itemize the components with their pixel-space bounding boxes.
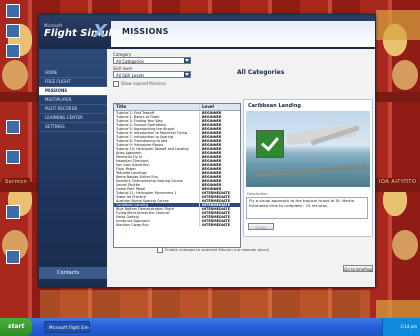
mission-image <box>246 111 370 187</box>
sidebar-item-pilot-records[interactable]: PILOT RECORDS <box>39 105 107 114</box>
sidebar-item-free-flight[interactable]: FREE FLIGHT <box>39 78 107 87</box>
wallpaper-figure <box>2 60 28 90</box>
fsx-logo: Microsoft Flight Simulator X <box>41 21 135 49</box>
table-row[interactable]: Aleutian Cargo Run INTERMEDIATE <box>114 223 240 227</box>
desktop-icon[interactable] <box>2 44 24 59</box>
fsx-window: Microsoft Flight Simulator X MISSIONS HO… <box>38 14 376 288</box>
completed-checkmark-icon <box>256 130 284 158</box>
category-select[interactable]: All Categories <box>113 57 191 64</box>
logo-x-text: X <box>93 21 107 42</box>
wallpaper-figure <box>392 60 418 90</box>
show-expired-label: Show expired Missions <box>121 81 167 86</box>
taskbar: start Microsoft Flight Simul... 3:14 pm <box>0 318 420 336</box>
chevron-down-icon[interactable] <box>184 58 190 63</box>
missions-content: Category All Categories All Categories S… <box>111 49 373 285</box>
system-tray: 3:14 pm <box>382 318 420 336</box>
desktop-shortcut-icon <box>6 205 20 219</box>
wallpaper-gold <box>376 10 420 40</box>
category-select-value: All Categories <box>116 59 144 64</box>
mission-preview: Caribbean Landing Description Fly a visu… <box>243 99 373 237</box>
table-body: Tutorial 1: First Takeoff BEGINNER Tutoria… <box>114 111 240 227</box>
column-header-level[interactable]: Level <box>200 104 240 110</box>
mission-level-cell: INTERMEDIATE <box>201 223 231 227</box>
wallpaper-gold <box>40 290 370 318</box>
desktop-shortcut-icon <box>6 4 20 18</box>
desktop-shortcut-icon <box>6 44 20 58</box>
sidebar-item-multiplayer[interactable]: MULTIPLAYER <box>39 96 107 105</box>
desktop-shortcut-icon <box>6 250 20 264</box>
sidebar-item-missions[interactable]: MISSIONS <box>39 87 107 96</box>
enable-changes-row[interactable]: Enable changes to selected Mission (no r… <box>157 247 270 253</box>
desktop-icon[interactable] <box>2 150 24 165</box>
skill-level-select-value: All Skill Levels <box>116 73 145 78</box>
desktop-icon[interactable] <box>2 4 24 19</box>
desktop-shortcut-icon <box>6 24 20 38</box>
desktop-icon[interactable] <box>2 24 24 39</box>
all-categories-heading: All Categories <box>237 69 285 76</box>
show-expired-checkbox[interactable] <box>113 81 119 87</box>
runway-shape <box>255 165 367 177</box>
wallpaper-banner-left: Sermon <box>2 178 31 186</box>
goals-button[interactable]: Goals <box>248 223 274 230</box>
desktop-icon[interactable] <box>2 120 24 135</box>
sidebar-item-learning-center[interactable]: LEARNING CENTER <box>39 114 107 123</box>
taskbar-item-fsx[interactable]: Microsoft Flight Simul... <box>44 321 90 333</box>
skill-level-select[interactable]: All Skill Levels <box>113 71 191 78</box>
mission-description: Fly a visual approach to the tropical is… <box>246 197 368 219</box>
wallpaper-figure <box>392 230 418 260</box>
clock[interactable]: 3:14 pm <box>400 324 417 329</box>
preview-title: Caribbean Landing <box>248 103 301 109</box>
enable-changes-label: Enable changes to selected Mission (no r… <box>165 247 270 252</box>
sidebar-item-settings[interactable]: SETTINGS <box>39 123 107 132</box>
wallpaper-banner-right: ΙΟΑ ΑΙΓΥΠΤΟ <box>376 178 420 186</box>
chevron-down-icon[interactable] <box>184 72 190 77</box>
sidebar: HOME FREE FLIGHT MISSIONS MULTIPLAYER PI… <box>39 49 107 287</box>
enable-changes-checkbox[interactable] <box>157 247 163 253</box>
show-expired-row[interactable]: Show expired Missions <box>113 81 166 87</box>
mission-title-cell: Aleutian Cargo Run <box>114 223 200 227</box>
fly-now-button[interactable]: Go to briefing <box>343 265 373 272</box>
contacts-button[interactable]: Contacts <box>39 267 107 279</box>
desktop-shortcut-icon <box>6 150 20 164</box>
wallpaper-gold <box>376 300 420 318</box>
desktop-shortcut-icon <box>6 120 20 134</box>
desktop-icon[interactable] <box>2 250 24 265</box>
desktop-icon[interactable] <box>2 205 24 220</box>
start-button[interactable]: start <box>0 318 32 336</box>
table-header: Title Level <box>114 104 240 111</box>
page-title: MISSIONS <box>122 27 169 36</box>
column-header-title[interactable]: Title <box>114 104 200 110</box>
missions-table: Title Level Tutorial 1: First Takeoff BEG… <box>113 103 241 248</box>
description-label: Description <box>247 192 268 196</box>
sidebar-item-home[interactable]: HOME <box>39 69 107 78</box>
